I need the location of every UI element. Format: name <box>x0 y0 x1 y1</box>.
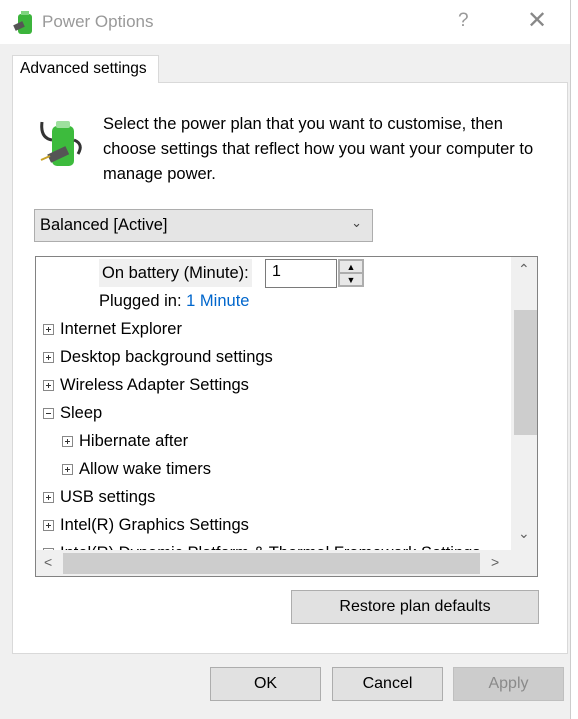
tree-item[interactable]: Sleep <box>43 399 102 427</box>
title-bar[interactable]: Power Options ? ✕ <box>0 0 570 44</box>
plugged-in-value[interactable]: 1 Minute <box>186 292 249 310</box>
stepper-down-icon[interactable]: ▼ <box>339 273 363 286</box>
stepper-up-icon[interactable]: ▲ <box>339 260 363 273</box>
selected-plan: Balanced [Active] <box>40 216 168 234</box>
scroll-up-icon[interactable]: ⌃ <box>518 261 530 278</box>
tree-item[interactable]: Internet Explorer <box>43 315 182 343</box>
scrollbar-corner <box>511 550 537 576</box>
power-battery-icon <box>13 11 32 34</box>
tree-item[interactable]: USB settings <box>43 483 155 511</box>
settings-tree[interactable]: On battery (Minute): 1 ▲ ▼ Plugged in: 1… <box>35 256 538 577</box>
tree-item[interactable]: Hibernate after <box>62 427 188 455</box>
scroll-down-icon[interactable]: ⌄ <box>518 525 530 542</box>
vertical-scroll-thumb[interactable] <box>514 310 537 435</box>
background-window <box>570 0 578 719</box>
tree-item-label: Hibernate after <box>79 432 189 450</box>
plugged-in-row[interactable]: Plugged in: 1 Minute <box>99 287 249 315</box>
collapse-icon[interactable] <box>43 408 54 419</box>
expand-icon[interactable] <box>43 492 54 503</box>
on-battery-stepper[interactable]: ▲ ▼ <box>338 259 364 287</box>
apply-button[interactable]: Apply <box>453 667 564 701</box>
tree-item[interactable]: Allow wake timers <box>62 455 211 483</box>
expand-icon[interactable] <box>43 352 54 363</box>
ok-button[interactable]: OK <box>210 667 321 701</box>
scroll-left-icon[interactable]: < <box>44 554 52 570</box>
tree-item-label: Intel(R) Graphics Settings <box>60 516 249 534</box>
tree-item-label: Internet Explorer <box>60 320 182 338</box>
tree-item-label: Wireless Adapter Settings <box>60 376 249 394</box>
expand-icon[interactable] <box>43 380 54 391</box>
expand-icon[interactable] <box>62 436 73 447</box>
vertical-scrollbar[interactable]: ⌃ ⌄ <box>511 257 537 550</box>
power-plan-select[interactable]: Balanced [Active] ⌄ <box>34 209 373 242</box>
tree-item[interactable]: Desktop background settings <box>43 343 273 371</box>
power-plan-icon <box>40 121 82 166</box>
on-battery-input[interactable]: 1 <box>265 259 337 288</box>
tree-item[interactable]: Wireless Adapter Settings <box>43 371 249 399</box>
horizontal-scrollbar[interactable]: < > <box>36 550 511 576</box>
tree-item-label: Desktop background settings <box>60 348 273 366</box>
expand-icon[interactable] <box>43 520 54 531</box>
chevron-down-icon: ⌄ <box>351 215 362 230</box>
tree-item[interactable]: Intel(R) Graphics Settings <box>43 511 249 539</box>
help-button[interactable]: ? <box>458 10 469 32</box>
on-battery-label: On battery (Minute): <box>99 259 252 287</box>
tab-advanced-settings[interactable]: Advanced settings <box>12 55 159 83</box>
horizontal-scroll-thumb[interactable] <box>63 553 480 574</box>
tree-item-label: Sleep <box>60 404 103 422</box>
tree-item-label: Allow wake timers <box>79 460 212 478</box>
expand-icon[interactable] <box>62 464 73 475</box>
plugged-in-label: Plugged in: <box>99 292 182 310</box>
description-text: Select the power plan that you want to c… <box>103 115 534 183</box>
window-title: Power Options <box>42 12 154 31</box>
restore-plan-defaults-button[interactable]: Restore plan defaults <box>291 590 539 624</box>
close-button[interactable]: ✕ <box>527 6 547 35</box>
cancel-button[interactable]: Cancel <box>332 667 443 701</box>
scroll-right-icon[interactable]: > <box>491 554 499 570</box>
expand-icon[interactable] <box>43 324 54 335</box>
tree-item-label: USB settings <box>60 488 156 506</box>
